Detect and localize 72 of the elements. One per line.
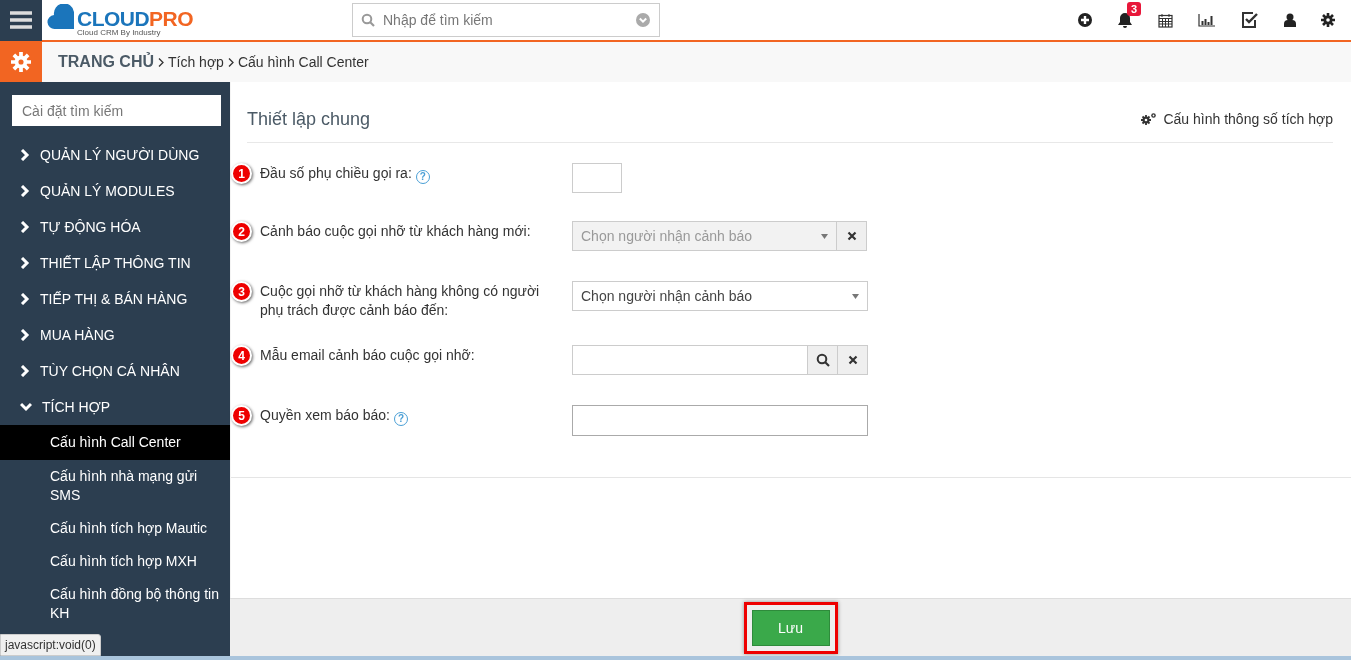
sidebar-item[interactable]: QUẢN LÝ NGƯỜI DÙNG [0,137,230,173]
select-field[interactable]: Chọn người nhận cảnh báo [572,281,868,311]
sidebar-item[interactable]: TÙY CHỌN CÁ NHÂN [0,353,230,389]
breadcrumb-item[interactable]: Cấu hình Call Center [237,51,369,73]
search-button[interactable] [808,345,838,375]
field-label: Cảnh báo cuộc gọi nhỡ từ khách hàng mới: [260,222,531,241]
input-field[interactable] [572,345,808,375]
sidebar-subitem[interactable]: Cấu hình tích hợp Mautic [0,512,230,545]
chevron-down-icon [20,402,32,412]
gears-icon [1141,112,1158,126]
sidebar-item[interactable]: MUA HÀNG [0,317,230,353]
chevron-right-icon [227,57,234,67]
settings-tile[interactable] [0,42,42,82]
logo-text: CLOUDPRO [77,8,193,29]
sidebar-subitem[interactable]: Cấu hình đồng bộ thông tin KH [0,578,230,630]
sidebar-search-field[interactable]: Cài đặt tìm kiếm [12,95,221,126]
chevron-right-icon [20,329,30,341]
field-label: Đầu số phụ chiều gọi ra: ? [260,163,430,184]
chevron-right-icon [158,57,164,67]
sidebar-subitem[interactable]: Cấu hình Call Center [0,425,230,460]
field-label: Mẫu email cảnh báo cuộc gọi nhỡ: [260,346,475,365]
clear-button[interactable] [838,345,868,375]
breadcrumb-home[interactable]: TRANG CHỦ [58,50,154,74]
sidebar-subitem[interactable]: Cấu hình nhà mạng gửi SMS [0,460,230,512]
input-field[interactable] [572,163,622,193]
sidebar-item[interactable]: QUẢN LÝ MODULES [0,173,230,209]
search-field[interactable]: Nhập để tìm kiếm [352,3,660,37]
chevron-right-icon [20,185,30,197]
bar-chart-icon[interactable] [1198,13,1216,27]
notification-badge: 3 [1127,2,1142,16]
breadcrumb-item[interactable]: Tích hợp [168,51,224,73]
bell-icon[interactable] [1117,12,1133,28]
add-icon[interactable] [1078,13,1092,27]
chevron-right-icon [20,257,30,269]
step-number: 1 [231,163,252,184]
sidebar-subitem[interactable]: Cấu hình tích hợp MXH [0,545,230,578]
clear-icon [847,355,858,365]
sidebar-item[interactable]: TỰ ĐỘNG HÓA [0,209,230,245]
cloud-logo-icon [47,4,77,30]
logo[interactable]: CLOUDPRO Cloud CRM By Industry [47,0,207,40]
chevron-right-icon [20,365,30,377]
field-label: Cuộc gọi nhỡ từ khách hàng không có người phụ trách được cảnh báo đến: [260,282,541,320]
settings-icon [11,52,31,72]
config-link[interactable]: Cấu hình thông số tích hợp [1141,108,1333,130]
field-label: Quyền xem báo báo: ? [260,405,408,426]
search-icon [815,353,830,367]
search-icon [361,13,375,27]
chevron-right-icon [20,293,30,305]
settings-icon[interactable] [1321,13,1335,27]
status-bar: javascript:void(0) [0,634,101,656]
sidebar-item[interactable]: TÍCH HỢP [0,389,230,425]
dropdown-arrow-icon [852,293,859,299]
panel-title: Thiết lập chung [247,107,371,131]
sidebar-item[interactable]: TIẾP THỊ & BÁN HÀNG [0,281,230,317]
input-field[interactable] [572,405,868,436]
user-icon[interactable] [1284,13,1296,27]
step-number: 4 [231,345,252,366]
step-number: 5 [231,405,252,426]
menu-button[interactable] [0,0,42,41]
step-number: 2 [231,221,252,242]
checkbox-icon[interactable] [1241,11,1259,29]
clear-button[interactable] [837,221,867,251]
dropdown-icon [636,13,650,27]
calendar-icon[interactable] [1158,12,1173,28]
sidebar-item[interactable]: THIẾT LẬP THÔNG TIN [0,245,230,281]
menu-icon [10,11,32,29]
step-number: 3 [231,281,252,302]
dropdown-arrow-icon [821,233,828,239]
logo-tagline: Cloud CRM By Industry [77,29,161,37]
chevron-right-icon [20,149,30,161]
clear-icon [846,231,857,241]
chevron-right-icon [20,221,30,233]
